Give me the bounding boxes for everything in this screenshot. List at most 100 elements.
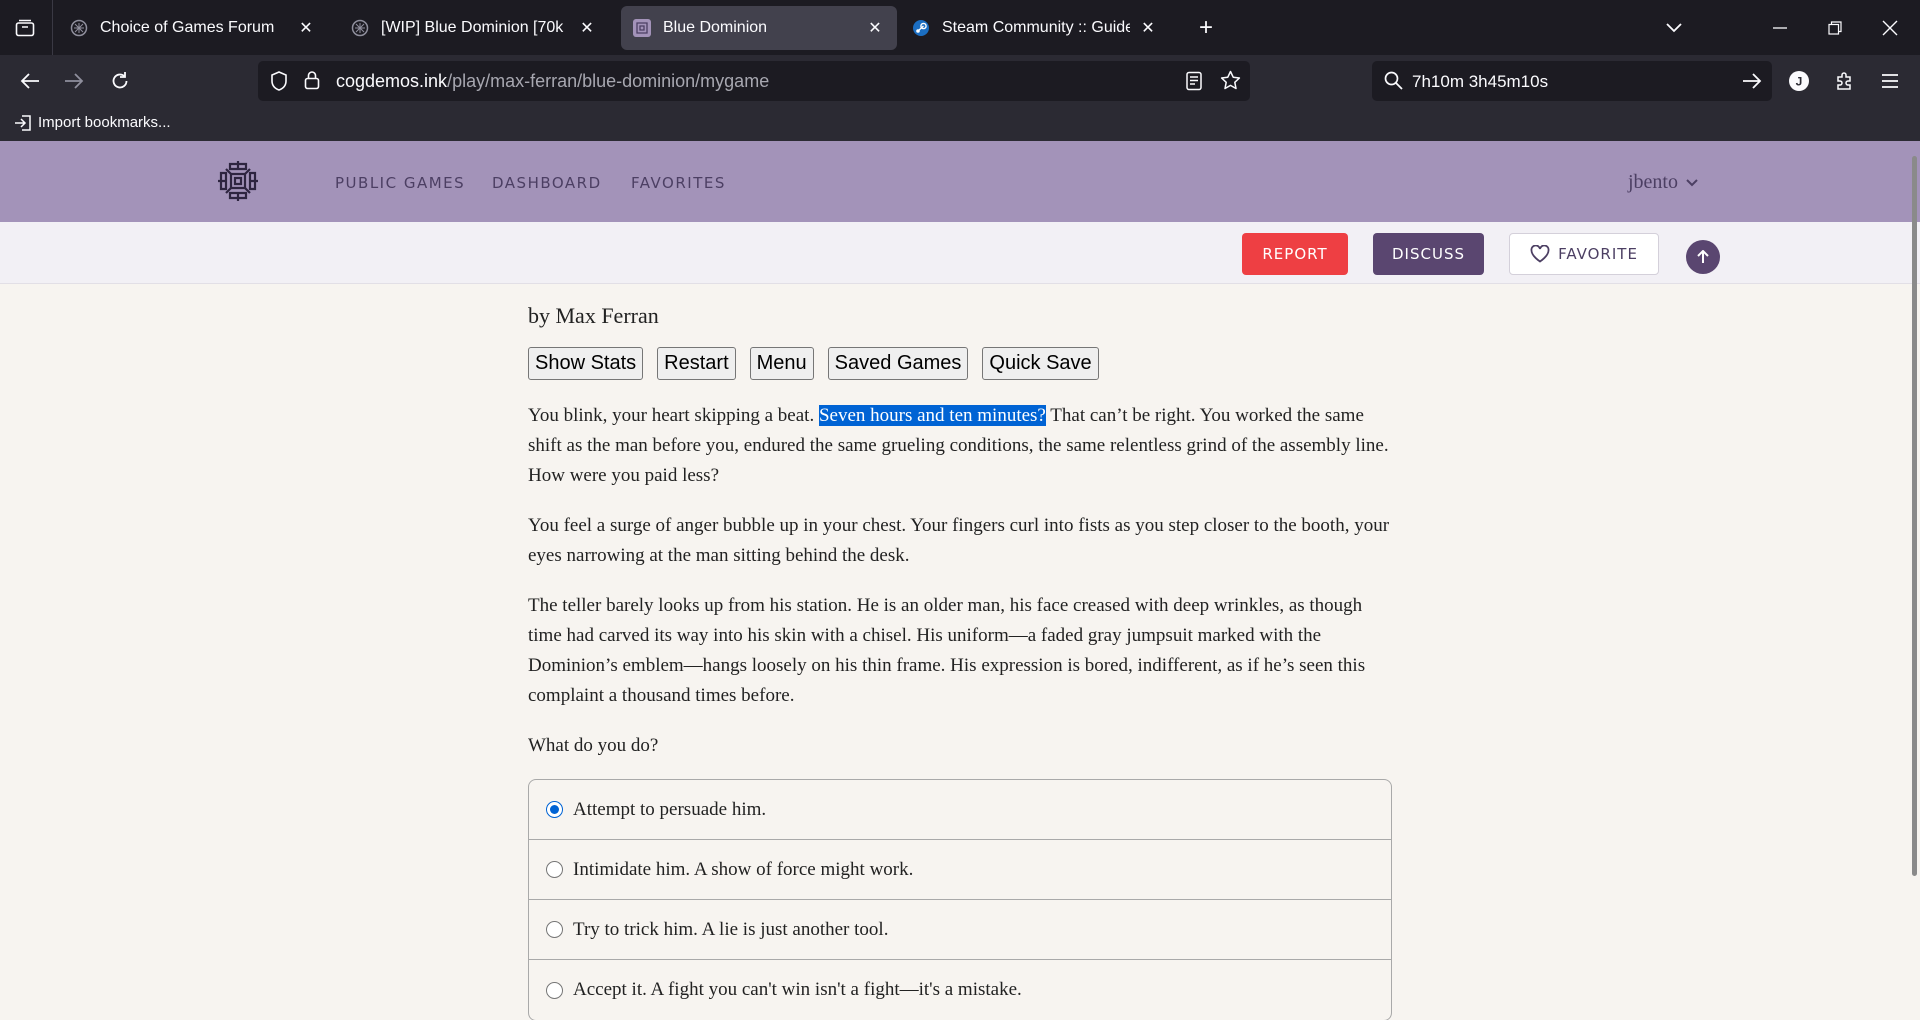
nav-favorites[interactable]: FAVORITES xyxy=(631,174,726,192)
bookmark-star-icon[interactable] xyxy=(1220,70,1241,96)
scroll-to-top-button[interactable] xyxy=(1686,240,1720,274)
chevron-down-icon xyxy=(1666,23,1682,33)
game-controls: Show Stats Restart Menu Saved Games Quic… xyxy=(528,347,1099,380)
import-icon xyxy=(15,114,31,131)
choice-list: Attempt to persuade him. Intimidate him.… xyxy=(528,779,1392,1020)
game-action-bar: REPORT DISCUSS FAVORITE xyxy=(0,222,1920,284)
choice-option[interactable]: Accept it. A fight you can't win isn't a… xyxy=(529,960,1391,1020)
choice-label: Try to trick him. A lie is just another … xyxy=(573,918,889,940)
url-path: /play/max-ferran/blue-dominion/mygame xyxy=(447,71,770,91)
tab-steam-guide[interactable]: Steam Community :: Guide :: A S ✕ xyxy=(900,6,1170,50)
bookmarks-toolbar: Import bookmarks... xyxy=(0,107,1920,141)
nav-public-games[interactable]: PUBLIC GAMES xyxy=(335,174,465,192)
game-byline: by Max Ferran xyxy=(528,303,659,328)
import-bookmarks-button[interactable]: Import bookmarks... xyxy=(14,114,171,131)
address-bar[interactable]: cogdemos.ink/play/max-ferran/blue-domini… xyxy=(258,61,1250,101)
chevron-down-icon xyxy=(1686,178,1698,186)
choice-label: Accept it. A fight you can't win isn't a… xyxy=(573,979,1022,1000)
tab-title: Blue Dominion xyxy=(663,19,768,36)
tab-bar: Choice of Games Forum ✕ [WIP] Blue Domin… xyxy=(0,0,1920,55)
lock-icon[interactable] xyxy=(304,70,320,95)
close-tab-icon[interactable]: ✕ xyxy=(865,18,885,38)
heart-icon xyxy=(1530,245,1550,263)
choice-option[interactable]: Intimidate him. A show of force might wo… xyxy=(529,840,1391,900)
reader-view-icon[interactable] xyxy=(1186,71,1202,96)
tracking-protection-icon[interactable] xyxy=(270,71,288,96)
radio-button[interactable] xyxy=(546,981,563,999)
choice-label: Attempt to persuade him. xyxy=(573,798,767,820)
story-paragraph: You blink, your heart skipping a beat. S… xyxy=(528,401,1392,491)
discuss-button[interactable]: DISCUSS xyxy=(1373,233,1484,275)
list-all-tabs-button[interactable] xyxy=(1654,8,1694,48)
arrow-up-icon xyxy=(1697,250,1709,263)
tab-list-button[interactable] xyxy=(8,12,42,44)
menu-button[interactable] xyxy=(1872,63,1908,99)
quick-save-button[interactable]: Quick Save xyxy=(982,347,1099,380)
close-tab-icon[interactable]: ✕ xyxy=(577,18,597,38)
tab-blue-dominion[interactable]: Blue Dominion ✕ xyxy=(621,6,897,50)
tab-title: Choice of Games Forum xyxy=(100,19,275,36)
choice-label: Intimidate him. A show of force might wo… xyxy=(573,858,914,880)
site-header: PUBLIC GAMES DASHBOARD FAVORITES jbento xyxy=(0,141,1920,222)
forward-button[interactable] xyxy=(56,63,92,99)
back-button[interactable] xyxy=(12,63,48,99)
page-scrollbar[interactable] xyxy=(1912,156,1917,876)
close-tab-icon[interactable]: ✕ xyxy=(1138,18,1158,38)
search-bar[interactable]: 7h10m 3h45m10s xyxy=(1372,61,1772,101)
account-avatar-icon: J xyxy=(1789,71,1809,91)
extensions-button[interactable] xyxy=(1827,63,1863,99)
show-stats-button[interactable]: Show Stats xyxy=(528,347,644,380)
story-text: You blink, your heart skipping a beat. xyxy=(528,405,819,426)
plus-icon: + xyxy=(1198,14,1213,41)
story-paragraph: You feel a surge of anger bubble up in y… xyxy=(528,515,1390,566)
steam-icon xyxy=(912,19,930,37)
close-window-button[interactable] xyxy=(1870,8,1910,48)
radio-button-selected[interactable] xyxy=(546,801,563,818)
search-icon xyxy=(1384,71,1403,95)
cog-forum-icon xyxy=(351,19,369,37)
saved-games-button[interactable]: Saved Games xyxy=(827,347,969,380)
hamburger-menu-icon xyxy=(1882,74,1898,88)
account-button[interactable]: J xyxy=(1781,63,1817,99)
arrow-left-icon xyxy=(20,73,39,89)
restore-button[interactable] xyxy=(1815,8,1855,48)
radio-button[interactable] xyxy=(546,921,563,938)
url-host: cogdemos.ink xyxy=(336,71,448,91)
tab-blue-dominion-thread[interactable]: [WIP] Blue Dominion [70k Demo ✕ xyxy=(339,6,609,50)
user-menu[interactable]: jbento xyxy=(1628,171,1698,194)
nav-dashboard[interactable]: DASHBOARD xyxy=(492,174,602,192)
site-logo-icon[interactable] xyxy=(216,159,260,203)
favorite-button[interactable]: FAVORITE xyxy=(1509,233,1659,275)
favorite-label: FAVORITE xyxy=(1558,245,1638,263)
restart-button[interactable]: Restart xyxy=(657,347,736,380)
tab-title: [WIP] Blue Dominion [70k Demo xyxy=(381,19,569,36)
choice-option[interactable]: Try to trick him. A lie is just another … xyxy=(529,900,1391,960)
tab-title: Steam Community :: Guide :: A S xyxy=(942,19,1130,36)
choice-option[interactable]: Attempt to persuade him. xyxy=(529,780,1391,840)
highlighted-text: Seven hours and ten minutes? xyxy=(818,405,1046,426)
url-text: cogdemos.ink/play/max-ferran/blue-domini… xyxy=(336,71,769,92)
minimize-button[interactable] xyxy=(1760,8,1800,48)
story-paragraph: The teller barely looks up from his stat… xyxy=(528,595,1366,706)
tab-list-icon xyxy=(15,19,35,37)
username: jbento xyxy=(1628,171,1678,193)
restore-icon xyxy=(1828,21,1842,35)
report-button[interactable]: REPORT xyxy=(1242,233,1348,275)
svg-text:J: J xyxy=(1796,75,1803,89)
radio-button[interactable] xyxy=(546,861,563,878)
close-icon xyxy=(1882,20,1898,36)
tab-choice-of-games-forum[interactable]: Choice of Games Forum ✕ xyxy=(58,6,328,50)
cog-forum-icon xyxy=(70,19,88,37)
minimize-icon xyxy=(1773,27,1787,29)
search-query: 7h10m 3h45m10s xyxy=(1412,72,1549,91)
new-tab-button[interactable]: + xyxy=(1190,12,1222,44)
tab-separator xyxy=(52,0,53,55)
puzzle-icon xyxy=(1837,72,1851,90)
reload-icon xyxy=(112,72,128,89)
import-bookmarks-label: Import bookmarks... xyxy=(38,114,171,131)
close-tab-icon[interactable]: ✕ xyxy=(296,18,316,38)
menu-button[interactable]: Menu xyxy=(749,347,814,380)
search-go-icon[interactable] xyxy=(1742,72,1762,95)
reload-button[interactable] xyxy=(102,63,138,99)
choice-prompt: What do you do? xyxy=(528,735,659,756)
